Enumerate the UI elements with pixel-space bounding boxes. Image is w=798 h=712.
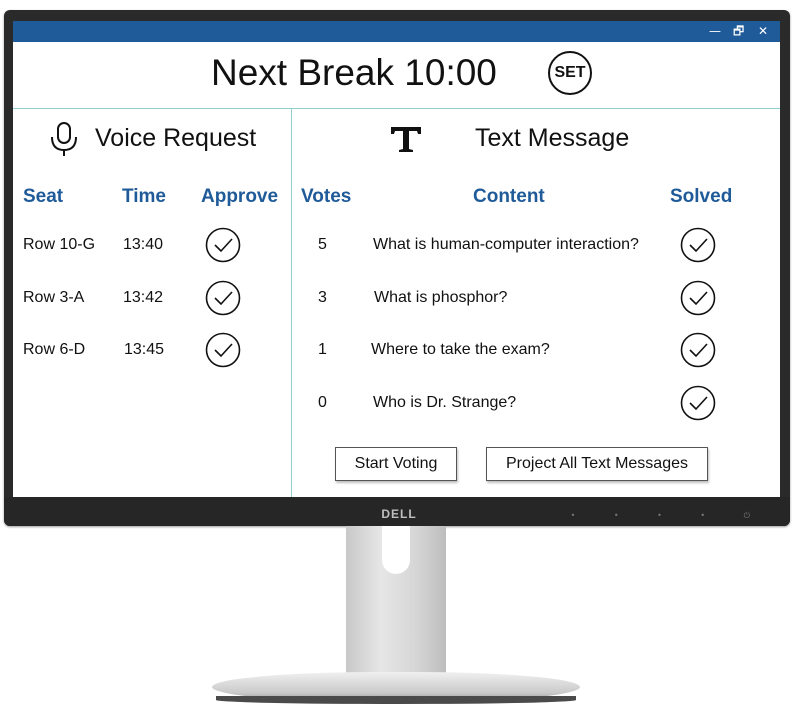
- text-T-icon: [391, 127, 421, 152]
- next-break-title: Next Break 10:00: [211, 52, 497, 93]
- approve-column-header: Approve: [201, 186, 279, 207]
- text-row-votes: 0: [318, 394, 327, 411]
- header: Next Break 10:00 SET: [13, 42, 780, 109]
- solved-check-icon[interactable]: [680, 280, 716, 316]
- monitor-control-buttons[interactable]: • • • • ⏻: [571, 511, 768, 521]
- text-row-votes: 1: [318, 341, 327, 358]
- solved-check-icon[interactable]: [680, 332, 716, 368]
- monitor-stand-foot: [216, 696, 576, 704]
- voice-request-title: Voice Request: [95, 124, 257, 152]
- window-titlebar: — 🗗 ✕: [13, 21, 780, 42]
- screen: — 🗗 ✕ Next Break 10:00 SET Voice Request…: [13, 21, 780, 497]
- content-column-header: Content: [473, 186, 545, 207]
- text-row-content: What is human-computer interaction?: [373, 236, 639, 253]
- voice-row-time: 13:42: [123, 289, 164, 306]
- time-column-header: Time: [122, 186, 167, 207]
- text-row-votes: 3: [318, 289, 327, 306]
- voice-row-seat: Row 3-A: [23, 289, 85, 306]
- votes-column-header: Votes: [301, 186, 352, 207]
- approve-check-icon[interactable]: [205, 227, 241, 263]
- approve-check-icon[interactable]: [205, 280, 241, 316]
- set-break-button[interactable]: SET: [548, 51, 592, 95]
- restore-icon[interactable]: 🗗: [733, 23, 744, 39]
- minimize-icon[interactable]: —: [709, 23, 721, 39]
- microphone-icon: [51, 122, 77, 156]
- text-row-content: Where to take the exam?: [371, 341, 550, 358]
- seat-column-header: Seat: [23, 186, 64, 207]
- monitor-stand-cable-slot: [382, 523, 410, 574]
- approve-check-icon[interactable]: [205, 332, 241, 368]
- start-voting-button[interactable]: Start Voting: [335, 447, 457, 481]
- solved-check-icon[interactable]: [680, 385, 716, 421]
- panel-divider: [291, 108, 292, 497]
- solved-column-header: Solved: [670, 186, 733, 207]
- text-row-content: Who is Dr. Strange?: [373, 394, 517, 411]
- voice-row-seat: Row 6-D: [23, 341, 86, 358]
- text-message-title: Text Message: [475, 124, 630, 152]
- voice-row-time: 13:40: [123, 236, 164, 253]
- solved-check-icon[interactable]: [680, 227, 716, 263]
- voice-row-seat: Row 10-G: [23, 236, 96, 253]
- project-all-text-messages-button[interactable]: Project All Text Messages: [486, 447, 708, 481]
- close-icon[interactable]: ✕: [758, 23, 768, 39]
- text-row-votes: 5: [318, 236, 327, 253]
- text-row-content: What is phosphor?: [374, 289, 508, 306]
- voice-row-time: 13:45: [124, 341, 165, 358]
